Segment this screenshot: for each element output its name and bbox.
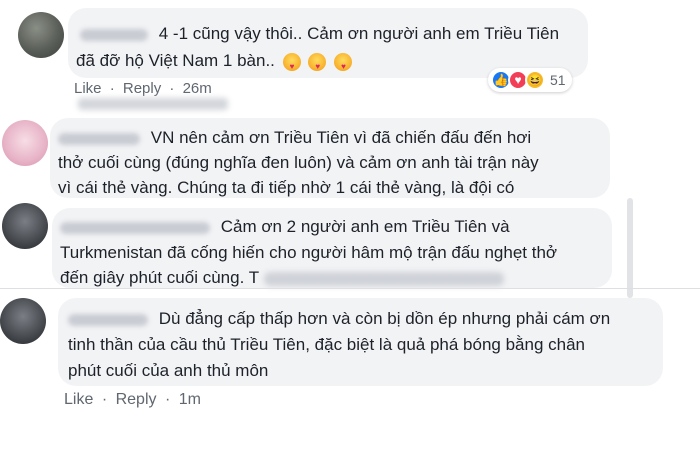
avatar[interactable] [2,120,48,166]
comment-timestamp[interactable]: 1m [179,391,201,408]
avatar[interactable] [18,12,64,58]
comment-text: VN nên cảm ơn Triều Tiên vì đã chiến đấu… [150,128,532,147]
comment-text: phút cuối của anh thủ môn [68,361,269,380]
comment-bubble: Dù đẳng cấp thấp hơn và còn bị dồn ép nh… [58,298,663,386]
scrollbar[interactable] [627,198,633,298]
reply-link[interactable]: Reply [123,80,161,97]
avatar[interactable] [2,203,48,249]
blurred-text [263,271,504,286]
comment-text: Dù đẳng cấp thấp hơn và còn bị dồn ép nh… [158,309,611,328]
comment-bubble: VN nên cảm ơn Triều Tiên vì đã chiến đấu… [50,118,610,198]
comment-text: vì cái thẻ vàng. Chúng ta đi tiếp nhờ 1 … [58,178,515,197]
commenter-name[interactable] [58,132,140,145]
commenter-name[interactable] [80,28,148,41]
comment-text: tinh thần của cầu thủ Triều Tiên, đặc bi… [68,335,585,354]
comment-actions: Like · Reply · 1m [64,391,201,408]
divider [0,288,700,289]
commenter-name[interactable] [68,313,148,326]
heart-eyes-emoji-icon [308,52,327,80]
heart-eyes-emoji-icon [334,52,353,80]
haha-reaction-icon: 😆 [525,70,545,90]
comment-timestamp[interactable]: 26m [183,80,212,97]
like-link[interactable]: Like [74,80,102,97]
comment-text: đến giây phút cuối cùng. T [60,268,259,287]
comment-actions: Like · Reply · 26m [74,80,212,97]
comment-text: 4 -1 cũng vậy thôi.. Cảm ơn người anh em… [158,24,560,43]
like-link[interactable]: Like [64,391,93,408]
reaction-summary[interactable]: 👍 ♥ 😆 51 [488,68,572,92]
comment-text: đã đỡ hộ Việt Nam 1 bàn.. [76,51,275,70]
reply-link[interactable]: Reply [116,391,157,408]
heart-eyes-emoji-icon [282,52,301,80]
comment-bubble: Cảm ơn 2 người anh em Triều Tiên và Turk… [52,208,612,288]
commenter-name[interactable] [60,221,210,234]
comment-text: thở cuối cùng (đúng nghĩa đen luôn) và c… [58,153,539,172]
comment-text: Turkmenistan đã cống hiến cho người hâm … [60,243,558,262]
avatar[interactable] [0,298,46,344]
replies-link[interactable] [78,98,228,110]
reaction-count: 51 [550,72,566,88]
comment-text: Cảm ơn 2 người anh em Triều Tiên và [220,217,510,236]
